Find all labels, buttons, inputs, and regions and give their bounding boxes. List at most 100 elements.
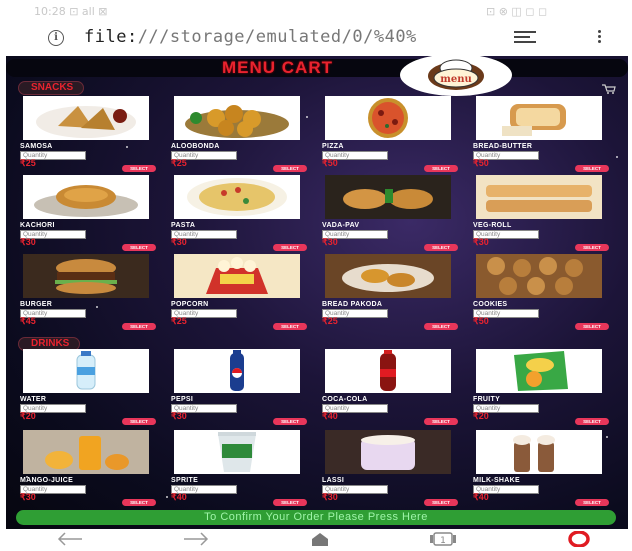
status-time: 10:28 ⊡ all ⊠ [34, 5, 108, 18]
confirm-order-button[interactable]: To Confirm Your Order Please Press Here [16, 510, 616, 525]
bread-pakoda-image [325, 254, 451, 298]
item-price: ₹50 [473, 316, 489, 326]
select-button[interactable]: SELECT [273, 244, 307, 251]
select-button[interactable]: SELECT [273, 499, 307, 506]
item-name: LASSI [322, 477, 345, 484]
url-scheme: file: [84, 27, 138, 47]
item-name: COCA-COLA [322, 396, 368, 403]
item-price: ₹40 [473, 492, 489, 502]
item-price: ₹30 [473, 237, 489, 247]
kachori-image [23, 175, 149, 219]
forward-arrow-icon[interactable] [182, 531, 210, 547]
item-price: ₹20 [473, 411, 489, 421]
item-name: VADA-PAV [322, 222, 360, 229]
reader-mode-icon[interactable] [514, 31, 536, 43]
item-name: PASTA [171, 222, 196, 229]
item-name: PEPSI [171, 396, 194, 403]
section-snacks: SNACKS [18, 81, 85, 95]
menu-page: MENU CART menu SNACKS DRINKS SAMOSA Quant… [6, 56, 628, 529]
restaurant-logo: menu [400, 56, 512, 96]
item-name: MILK-SHAKE [473, 477, 520, 484]
item-price: ₹25 [20, 158, 36, 168]
item-price: ₹50 [473, 158, 489, 168]
milkshake-image [476, 430, 602, 474]
item-name: SAMOSA [20, 143, 53, 150]
info-icon[interactable]: i [48, 30, 64, 46]
item-price: ₹30 [322, 237, 338, 247]
bread-butter-image [476, 96, 602, 140]
select-button[interactable]: SELECT [122, 244, 156, 251]
select-button[interactable]: SELECT [273, 165, 307, 172]
item-name: BREAD-BUTTER [473, 143, 533, 150]
select-button[interactable]: SELECT [122, 323, 156, 330]
select-button[interactable]: SELECT [424, 418, 458, 425]
menu-item-card: COOKIES Quantity ₹50 SELECT [469, 254, 609, 330]
menu-item-card: BREAD-BUTTER Quantity ₹50 SELECT [469, 96, 609, 172]
select-button[interactable]: SELECT [273, 323, 307, 330]
cookies-image [476, 254, 602, 298]
pepsi-image [174, 349, 300, 393]
popcorn-image [174, 254, 300, 298]
select-button[interactable]: SELECT [575, 323, 609, 330]
select-button[interactable]: SELECT [424, 499, 458, 506]
item-price: ₹45 [20, 316, 36, 326]
status-icons: ⊡ ⊗ ◫ ◻ ◻ [486, 5, 548, 18]
menu-item-card: KACHORI Quantity ₹30 SELECT [16, 175, 156, 251]
menu-item-card: MILK-SHAKE Quantity ₹40 SELECT [469, 430, 609, 506]
select-button[interactable]: SELECT [575, 499, 609, 506]
item-name: BREAD PAKODA [322, 301, 383, 308]
item-name: KACHORI [20, 222, 55, 229]
water-bottle-image [23, 349, 149, 393]
frooti-image [476, 349, 602, 393]
sprite-image [174, 430, 300, 474]
menu-item-card: MANGO-JUICE Quantity ₹30 SELECT [16, 430, 156, 506]
item-price: ₹30 [20, 237, 36, 247]
tabs-count: 1 [440, 536, 446, 546]
item-price: ₹20 [20, 411, 36, 421]
select-button[interactable]: SELECT [424, 323, 458, 330]
menu-item-card: BURGER Quantity ₹45 SELECT [16, 254, 156, 330]
select-button[interactable]: SELECT [424, 165, 458, 172]
item-price: ₹50 [322, 158, 338, 168]
select-button[interactable]: SELECT [122, 499, 156, 506]
select-button[interactable]: SELECT [575, 244, 609, 251]
select-button[interactable]: SELECT [122, 165, 156, 172]
select-button[interactable]: SELECT [424, 244, 458, 251]
menu-item-card: LASSI Quantity ₹30 SELECT [318, 430, 458, 506]
select-button[interactable]: SELECT [575, 418, 609, 425]
back-arrow-icon[interactable] [56, 531, 84, 547]
select-button[interactable]: SELECT [122, 418, 156, 425]
shopping-cart-icon[interactable] [602, 81, 616, 94]
item-name: PIZZA [322, 143, 344, 150]
item-price: ₹30 [171, 237, 187, 247]
menu-item-card: FRUITY Quantity ₹20 SELECT [469, 349, 609, 425]
lassi-image [325, 430, 451, 474]
select-button[interactable]: SELECT [273, 418, 307, 425]
pasta-image [174, 175, 300, 219]
veg-roll-image [476, 175, 602, 219]
item-price: ₹30 [20, 492, 36, 502]
pizza-image [325, 96, 451, 140]
item-name: SPRITE [171, 477, 199, 484]
home-icon[interactable] [310, 531, 330, 547]
item-name: FRUITY [473, 396, 501, 403]
tabs-icon[interactable]: 1 [428, 531, 458, 547]
menu-item-card: PASTA Quantity ₹30 SELECT [167, 175, 307, 251]
menu-item-card: PEPSI Quantity ₹30 SELECT [167, 349, 307, 425]
menu-item-card: VADA-PAV Quantity ₹30 SELECT [318, 175, 458, 251]
more-vert-icon[interactable] [598, 30, 602, 45]
burger-image [23, 254, 149, 298]
item-price: ₹30 [322, 492, 338, 502]
menu-item-card: SPRITE Quantity ₹40 SELECT [167, 430, 307, 506]
menu-item-card: WATER Quantity ₹20 SELECT [16, 349, 156, 425]
select-button[interactable]: SELECT [575, 165, 609, 172]
item-price: ₹40 [171, 492, 187, 502]
menu-item-card: ALOOBONDA Quantity ₹25 SELECT [167, 96, 307, 172]
status-bar: 10:28 ⊡ all ⊠ ⊡ ⊗ ◫ ◻ ◻ [0, 0, 632, 22]
menu-item-card: VEG-ROLL Quantity ₹30 SELECT [469, 175, 609, 251]
url-field[interactable]: file:///storage/emulated/0/%40% [84, 27, 417, 47]
url-path: ///storage/emulated/0/%40% [137, 27, 417, 47]
item-name: POPCORN [171, 301, 209, 308]
opera-logo-icon[interactable] [568, 530, 590, 548]
item-name: WATER [20, 396, 47, 403]
